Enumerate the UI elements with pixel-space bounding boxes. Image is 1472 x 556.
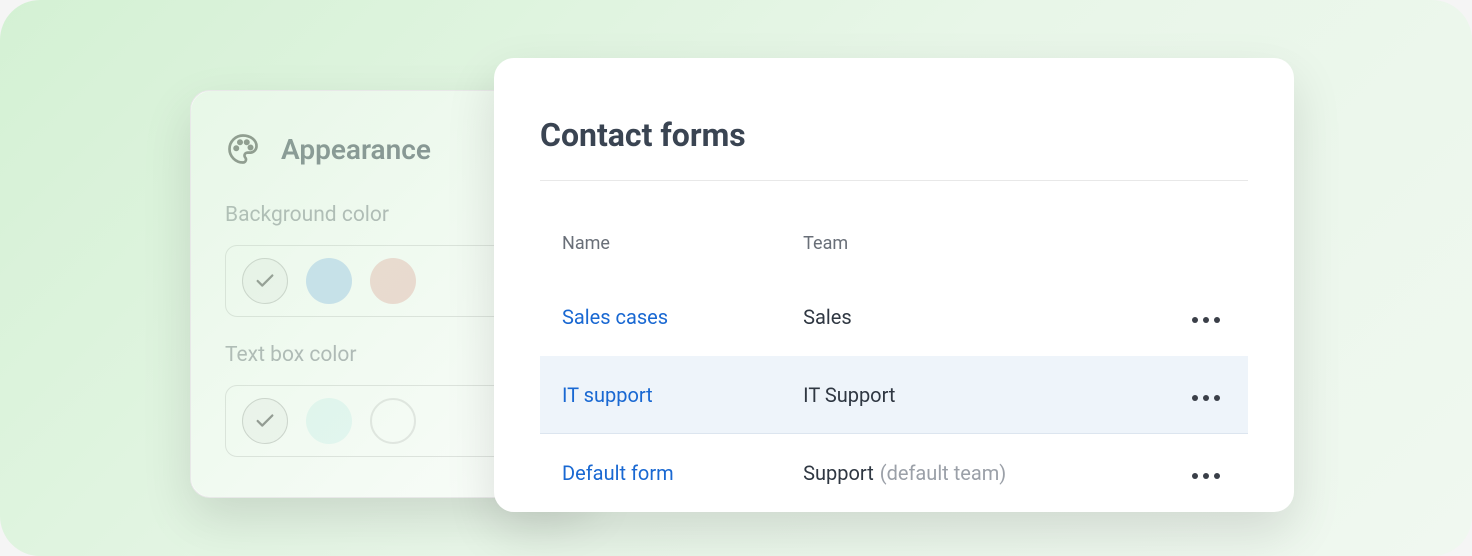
table-row: Sales cases Sales (540, 278, 1248, 356)
check-icon (254, 410, 276, 432)
stage-background: Appearance Background color Text box col… (0, 0, 1472, 556)
form-team: IT Support (803, 383, 895, 407)
form-team-suffix: (default team) (880, 461, 1006, 485)
row-actions-menu[interactable] (1186, 389, 1226, 407)
textbox-swatch-selected[interactable] (242, 398, 288, 444)
bg-swatch-blue[interactable] (306, 258, 352, 304)
contact-forms-table: Name Team Sales cases Sales IT support I… (540, 221, 1248, 512)
form-name-link[interactable]: Default form (562, 461, 674, 485)
textbox-swatch-cyan[interactable] (306, 398, 352, 444)
bg-swatch-selected[interactable] (242, 258, 288, 304)
row-actions-menu[interactable] (1186, 467, 1226, 485)
table-row: IT support IT Support (540, 356, 1248, 434)
form-name-link[interactable]: Sales cases (562, 305, 668, 329)
column-header-name: Name (540, 221, 781, 278)
contact-forms-card: Contact forms Name Team Sales cases Sale… (494, 58, 1294, 512)
form-team: Sales (803, 305, 852, 329)
row-actions-menu[interactable] (1186, 311, 1226, 329)
contact-forms-title: Contact forms (540, 116, 1248, 181)
column-header-team: Team (781, 221, 1164, 278)
column-header-actions (1164, 221, 1248, 278)
form-team: Support (803, 461, 874, 485)
table-row: Default form Support(default team) (540, 434, 1248, 512)
bg-swatch-pink[interactable] (370, 258, 416, 304)
textbox-swatch-outline[interactable] (370, 398, 416, 444)
palette-icon (225, 131, 261, 167)
appearance-title: Appearance (281, 133, 431, 166)
check-icon (254, 270, 276, 292)
form-name-link[interactable]: IT support (562, 383, 653, 407)
